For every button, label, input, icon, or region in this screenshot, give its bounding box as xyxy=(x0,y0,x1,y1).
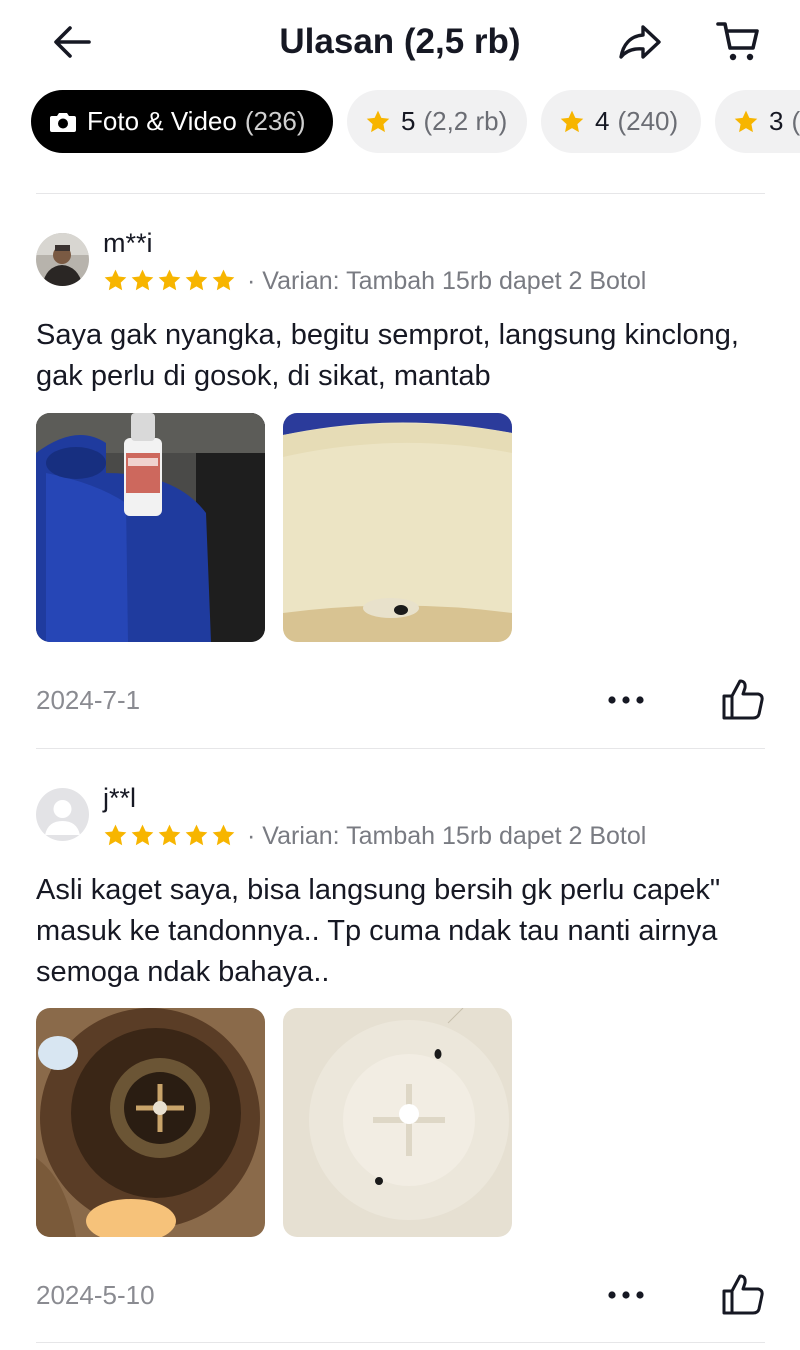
share-button[interactable] xyxy=(612,18,668,66)
back-arrow-icon xyxy=(54,26,91,58)
divider xyxy=(36,748,765,749)
review-photo[interactable] xyxy=(283,413,512,642)
review-username: j**l xyxy=(103,783,137,813)
camera-icon xyxy=(49,110,77,134)
review-photo[interactable] xyxy=(36,413,265,642)
rating-stars xyxy=(103,268,236,293)
filter-chip-count: ( xyxy=(791,106,800,136)
more-dots-icon xyxy=(608,1291,644,1299)
thumbs-up-icon xyxy=(722,1274,764,1315)
more-options-button[interactable] xyxy=(600,1275,652,1315)
star-icon xyxy=(212,824,235,846)
filter-chip-count: (2,2 rb) xyxy=(423,106,508,136)
star-icon xyxy=(559,109,585,135)
filter-chip-photo-video[interactable]: Foto & Video (236) xyxy=(31,90,333,153)
review-date: 2024-7-1 xyxy=(36,685,141,715)
review-variant: · Varian: Tambah 15rb dapet 2 Botol xyxy=(247,267,647,295)
star-icon xyxy=(131,269,154,291)
star-icon xyxy=(733,109,759,135)
divider xyxy=(36,1342,765,1343)
star-icon xyxy=(104,824,127,846)
star-icon xyxy=(104,269,127,291)
star-icon xyxy=(185,269,208,291)
rating-stars xyxy=(103,823,236,848)
review-photo[interactable] xyxy=(36,1008,265,1237)
like-button[interactable] xyxy=(716,1267,770,1321)
review-username: m**i xyxy=(103,228,153,258)
review-text: Asli kaget saya, bisa langsung bersih gk… xyxy=(36,874,721,988)
filter-chip-count: (236) xyxy=(244,106,306,136)
filter-chip-3-star[interactable]: 3 ( xyxy=(715,90,800,153)
more-dots-icon xyxy=(608,696,644,704)
filter-chips: Foto & Video (236) 5 (2,2 rb) 4 (240) 3 … xyxy=(0,90,800,154)
review-text: Saya gak nyangka, begitu semprot, langsu… xyxy=(36,319,739,392)
avatar[interactable] xyxy=(36,233,89,286)
cart-icon xyxy=(716,22,759,61)
star-icon xyxy=(365,109,391,135)
like-button[interactable] xyxy=(716,672,770,726)
review-photo[interactable] xyxy=(283,1008,512,1237)
review-variant: · Varian: Tambah 15rb dapet 2 Botol xyxy=(247,822,647,850)
back-button[interactable] xyxy=(44,18,100,66)
star-icon xyxy=(131,824,154,846)
top-bar: Ulasan (2,5 rb) xyxy=(0,0,800,84)
filter-chip-count: (240) xyxy=(617,106,679,136)
star-icon xyxy=(212,269,235,291)
star-icon xyxy=(158,824,181,846)
filter-chip-4-star[interactable]: 4 (240) xyxy=(541,90,701,153)
cart-button[interactable] xyxy=(710,16,766,66)
filter-chip-label: 4 xyxy=(595,106,610,136)
more-options-button[interactable] xyxy=(600,680,652,720)
divider xyxy=(36,193,765,194)
filter-chip-label: 3 xyxy=(769,106,784,136)
star-icon xyxy=(185,824,208,846)
filter-chip-label: Foto & Video xyxy=(87,106,237,136)
filter-chip-label: 5 xyxy=(401,106,416,136)
review-date: 2024-5-10 xyxy=(36,1280,155,1310)
star-icon xyxy=(158,269,181,291)
avatar[interactable] xyxy=(36,788,89,841)
thumbs-up-icon xyxy=(722,679,764,720)
share-arrow-icon xyxy=(619,25,661,59)
filter-chip-5-star[interactable]: 5 (2,2 rb) xyxy=(347,90,527,153)
page-title: Ulasan (2,5 rb) xyxy=(279,22,521,61)
